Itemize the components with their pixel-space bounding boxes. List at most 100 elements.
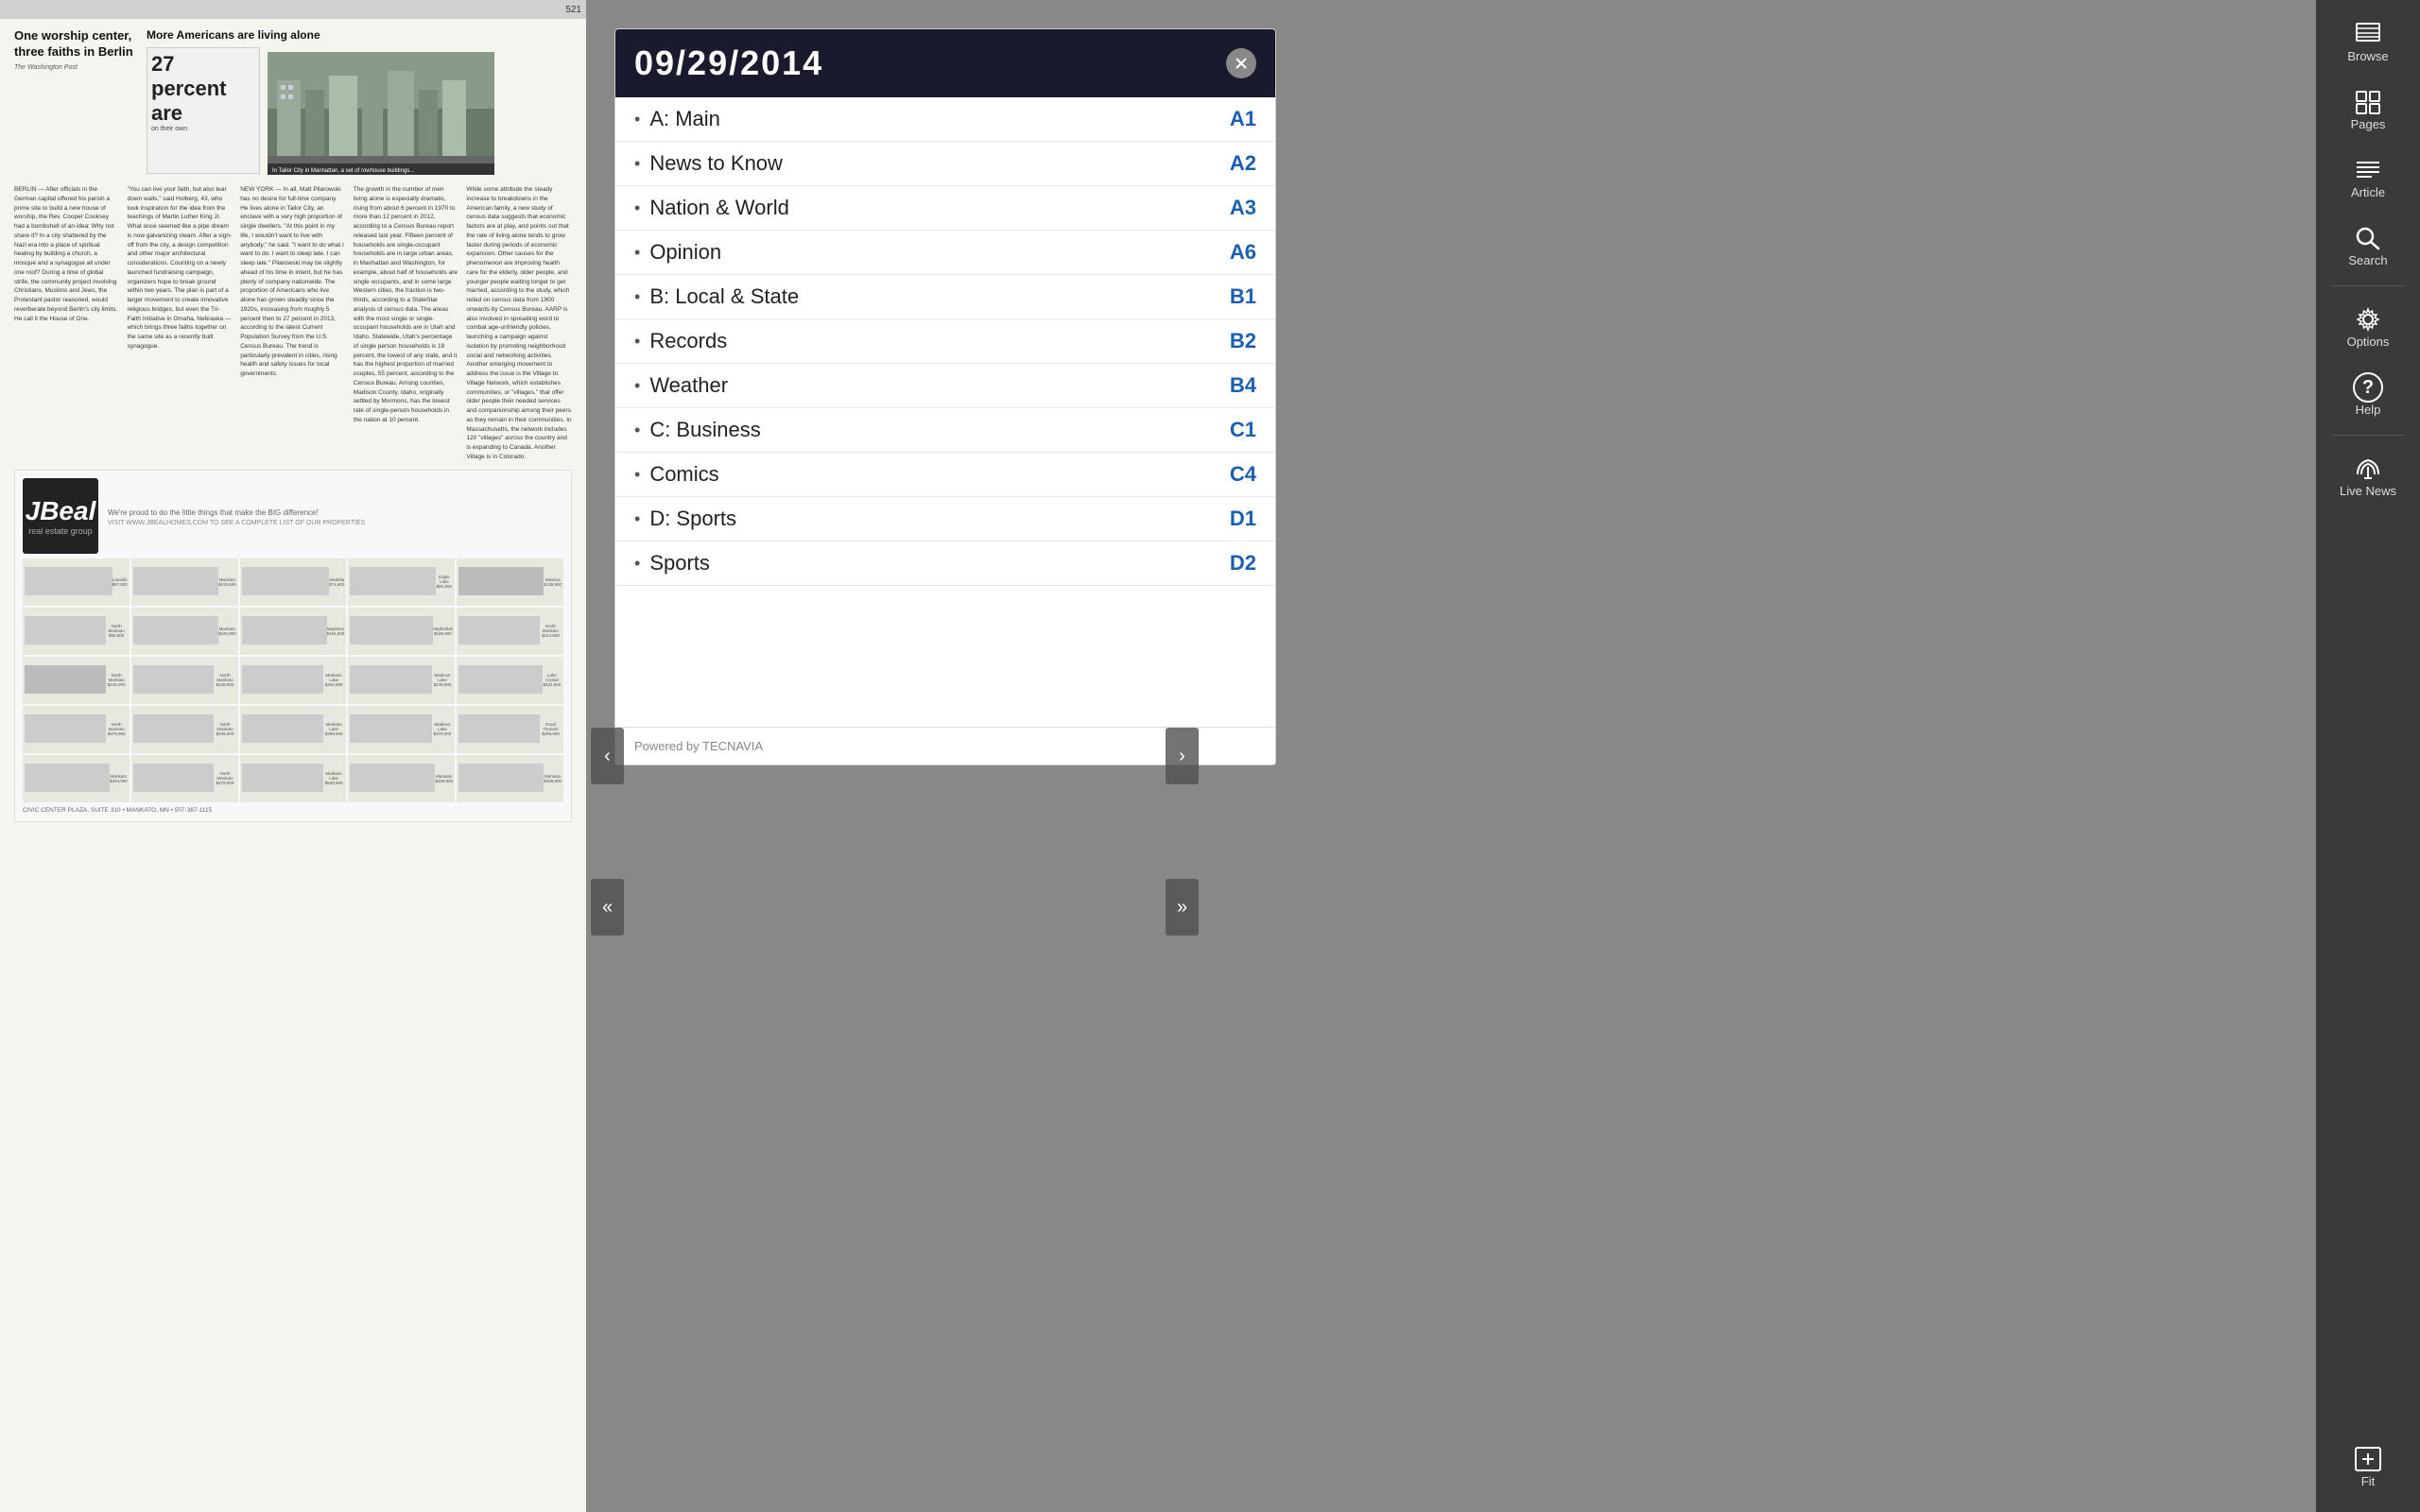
- browse-button[interactable]: Browse: [2325, 9, 2411, 73]
- toc-item-opinion[interactable]: • Opinion A6: [615, 231, 1275, 275]
- toc-label: Records: [649, 329, 1209, 353]
- fit-button[interactable]: Fit: [2325, 1435, 2411, 1498]
- nav-double-back-button[interactable]: «: [591, 879, 624, 936]
- toc-page: B2: [1209, 329, 1256, 353]
- toc-label: Weather: [649, 373, 1209, 398]
- toc-label: C: Business: [649, 418, 1209, 442]
- help-button[interactable]: ? Help: [2325, 363, 2411, 426]
- headline-right: More Americans are living alone: [147, 28, 572, 42]
- toc-item-nation-world[interactable]: • Nation & World A3: [615, 186, 1275, 231]
- pages-button[interactable]: Pages: [2325, 77, 2411, 141]
- ad-property-item: Mankato Lake$399,900: [240, 706, 347, 753]
- stat-box: 27 percent are on their own: [147, 47, 260, 174]
- newspaper-photo: In Tailor City in Manhattan, a set of ro…: [268, 52, 494, 175]
- stat-text: on their own: [151, 126, 255, 132]
- double-back-arrow-icon: «: [602, 897, 613, 919]
- help-label: Help: [2356, 403, 2381, 417]
- toc-bullet: •: [634, 243, 640, 263]
- ad-property-item: Mankato$229,900: [131, 608, 238, 655]
- ad-property-item: Mapleton$184,900: [240, 608, 347, 655]
- newspaper-col-4: The growth in the number of men living a…: [354, 185, 459, 462]
- svg-text:In Tailor City in Manhattan, a: In Tailor City in Manhattan, a set of ro…: [272, 168, 415, 174]
- newspaper-col-2: "You can live your faith, but also tear …: [128, 185, 233, 462]
- newspaper-col-1: BERLIN — After officials in the German c…: [14, 185, 120, 462]
- ad-tagline: We're proud to do the little things that…: [108, 508, 563, 517]
- browse-label: Browse: [2347, 49, 2388, 63]
- live-news-icon: [2353, 454, 2383, 484]
- toc-bullet: •: [634, 154, 640, 174]
- advertisement: JBeal real estate group We're proud to d…: [14, 470, 572, 822]
- toc-page: D2: [1209, 551, 1256, 576]
- article-button[interactable]: Article: [2325, 146, 2411, 209]
- toc-page: C4: [1209, 462, 1256, 487]
- toc-bullet: •: [634, 332, 640, 352]
- nav-forward-button[interactable]: ›: [1166, 728, 1199, 784]
- ad-property-item: North Mankato$249,900: [131, 657, 238, 704]
- right-toolbar: Browse Pages Article Search: [2316, 0, 2420, 1512]
- forward-arrow-icon: ›: [1179, 746, 1185, 767]
- toc-bullet: •: [634, 465, 640, 485]
- ad-property-item: Lake Crystal$324,900: [457, 657, 563, 704]
- ad-property-item: Madelia$74,900: [240, 558, 347, 606]
- article-icon: [2353, 155, 2383, 185]
- ad-property-item: North Mankato$379,900: [23, 706, 130, 753]
- newspaper-content: 521 One worship center, three faiths in …: [0, 0, 586, 1512]
- pages-label: Pages: [2351, 117, 2386, 131]
- newspaper-top-bar: 521: [0, 0, 586, 19]
- page-number: 521: [565, 5, 581, 15]
- headline-left: One worship center, three faiths in Berl…: [14, 28, 137, 60]
- toc-item-d-sports[interactable]: • D: Sports D1: [615, 497, 1275, 541]
- ad-property-item: North Mankato$99,900: [23, 608, 130, 655]
- ad-property-item: Mankato$459,900: [348, 755, 455, 802]
- ad-property-item: North Mankato$215,000: [23, 657, 130, 704]
- toc-close-button[interactable]: [1226, 48, 1256, 78]
- toc-item-c-business[interactable]: • C: Business C1: [615, 408, 1275, 453]
- toc-page: B1: [1209, 284, 1256, 309]
- toc-item-comics[interactable]: • Comics C4: [615, 453, 1275, 497]
- nav-back-button[interactable]: ‹: [591, 728, 624, 784]
- fit-label: Fit: [2361, 1474, 2375, 1488]
- toc-label: A: Main: [649, 107, 1209, 131]
- toc-bullet: •: [634, 554, 640, 574]
- options-icon: [2353, 304, 2383, 335]
- ad-property-item: Waseca$139,900: [457, 558, 563, 606]
- back-arrow-icon: ‹: [604, 746, 611, 767]
- toc-page: A2: [1209, 151, 1256, 176]
- search-icon: [2353, 223, 2383, 253]
- toc-label: D: Sports: [649, 507, 1209, 531]
- newspaper-source: The Washington Post: [14, 64, 137, 71]
- newspaper-columns: BERLIN — After officials in the German c…: [14, 185, 572, 462]
- toc-date: 09/29/2014: [634, 43, 823, 83]
- double-forward-arrow-icon: »: [1177, 897, 1187, 919]
- toc-item-b-local-state[interactable]: • B: Local & State B1: [615, 275, 1275, 319]
- ad-property-item: Mankato Lake$529,900: [240, 755, 347, 802]
- search-button[interactable]: Search: [2325, 214, 2411, 277]
- toc-items-list: • A: Main A1 • News to Know A2 • Nation …: [615, 97, 1275, 586]
- live-news-label: Live News: [2340, 484, 2396, 498]
- ad-property-item: North Mankato$349,900: [131, 706, 238, 753]
- toc-bullet: •: [634, 110, 640, 129]
- newspaper-col-5: While some attribute the steady increase…: [466, 185, 572, 462]
- toc-page: A6: [1209, 240, 1256, 265]
- ad-property-item: Mankato$444,900: [23, 755, 130, 802]
- ad-contact: CIVIC CENTER PLAZA, SUITE 310 • MANKATO,…: [23, 807, 563, 814]
- toc-header: 09/29/2014: [615, 29, 1275, 97]
- toc-item-records[interactable]: • Records B2: [615, 319, 1275, 364]
- toc-bullet: •: [634, 509, 640, 529]
- toc-item-news-to-know[interactable]: • News to Know A2: [615, 142, 1275, 186]
- ad-property-item: Good Thunder$299,900: [457, 706, 563, 753]
- nav-double-forward-button[interactable]: »: [1166, 879, 1199, 936]
- ad-website: VISIT WWW.JBEALHOMES.COM TO SEE A COMPLE…: [108, 520, 563, 526]
- toc-item-weather[interactable]: • Weather B4: [615, 364, 1275, 408]
- toc-page: C1: [1209, 418, 1256, 442]
- ad-property-item: Mankato$119,500: [131, 558, 238, 606]
- newspaper-panel: 521 One worship center, three faiths in …: [0, 0, 586, 1512]
- live-news-button[interactable]: Live News: [2325, 444, 2411, 507]
- ad-property-item: Mankato$499,900: [457, 755, 563, 802]
- toc-item-a-main[interactable]: • A: Main A1: [615, 97, 1275, 142]
- toc-page: A1: [1209, 107, 1256, 131]
- toc-item-sports[interactable]: • Sports D2: [615, 541, 1275, 586]
- toc-panel: 09/29/2014 • A: Main A1 • News to Know A…: [614, 28, 1276, 765]
- toc-bullet: •: [634, 376, 640, 396]
- options-button[interactable]: Options: [2325, 295, 2411, 358]
